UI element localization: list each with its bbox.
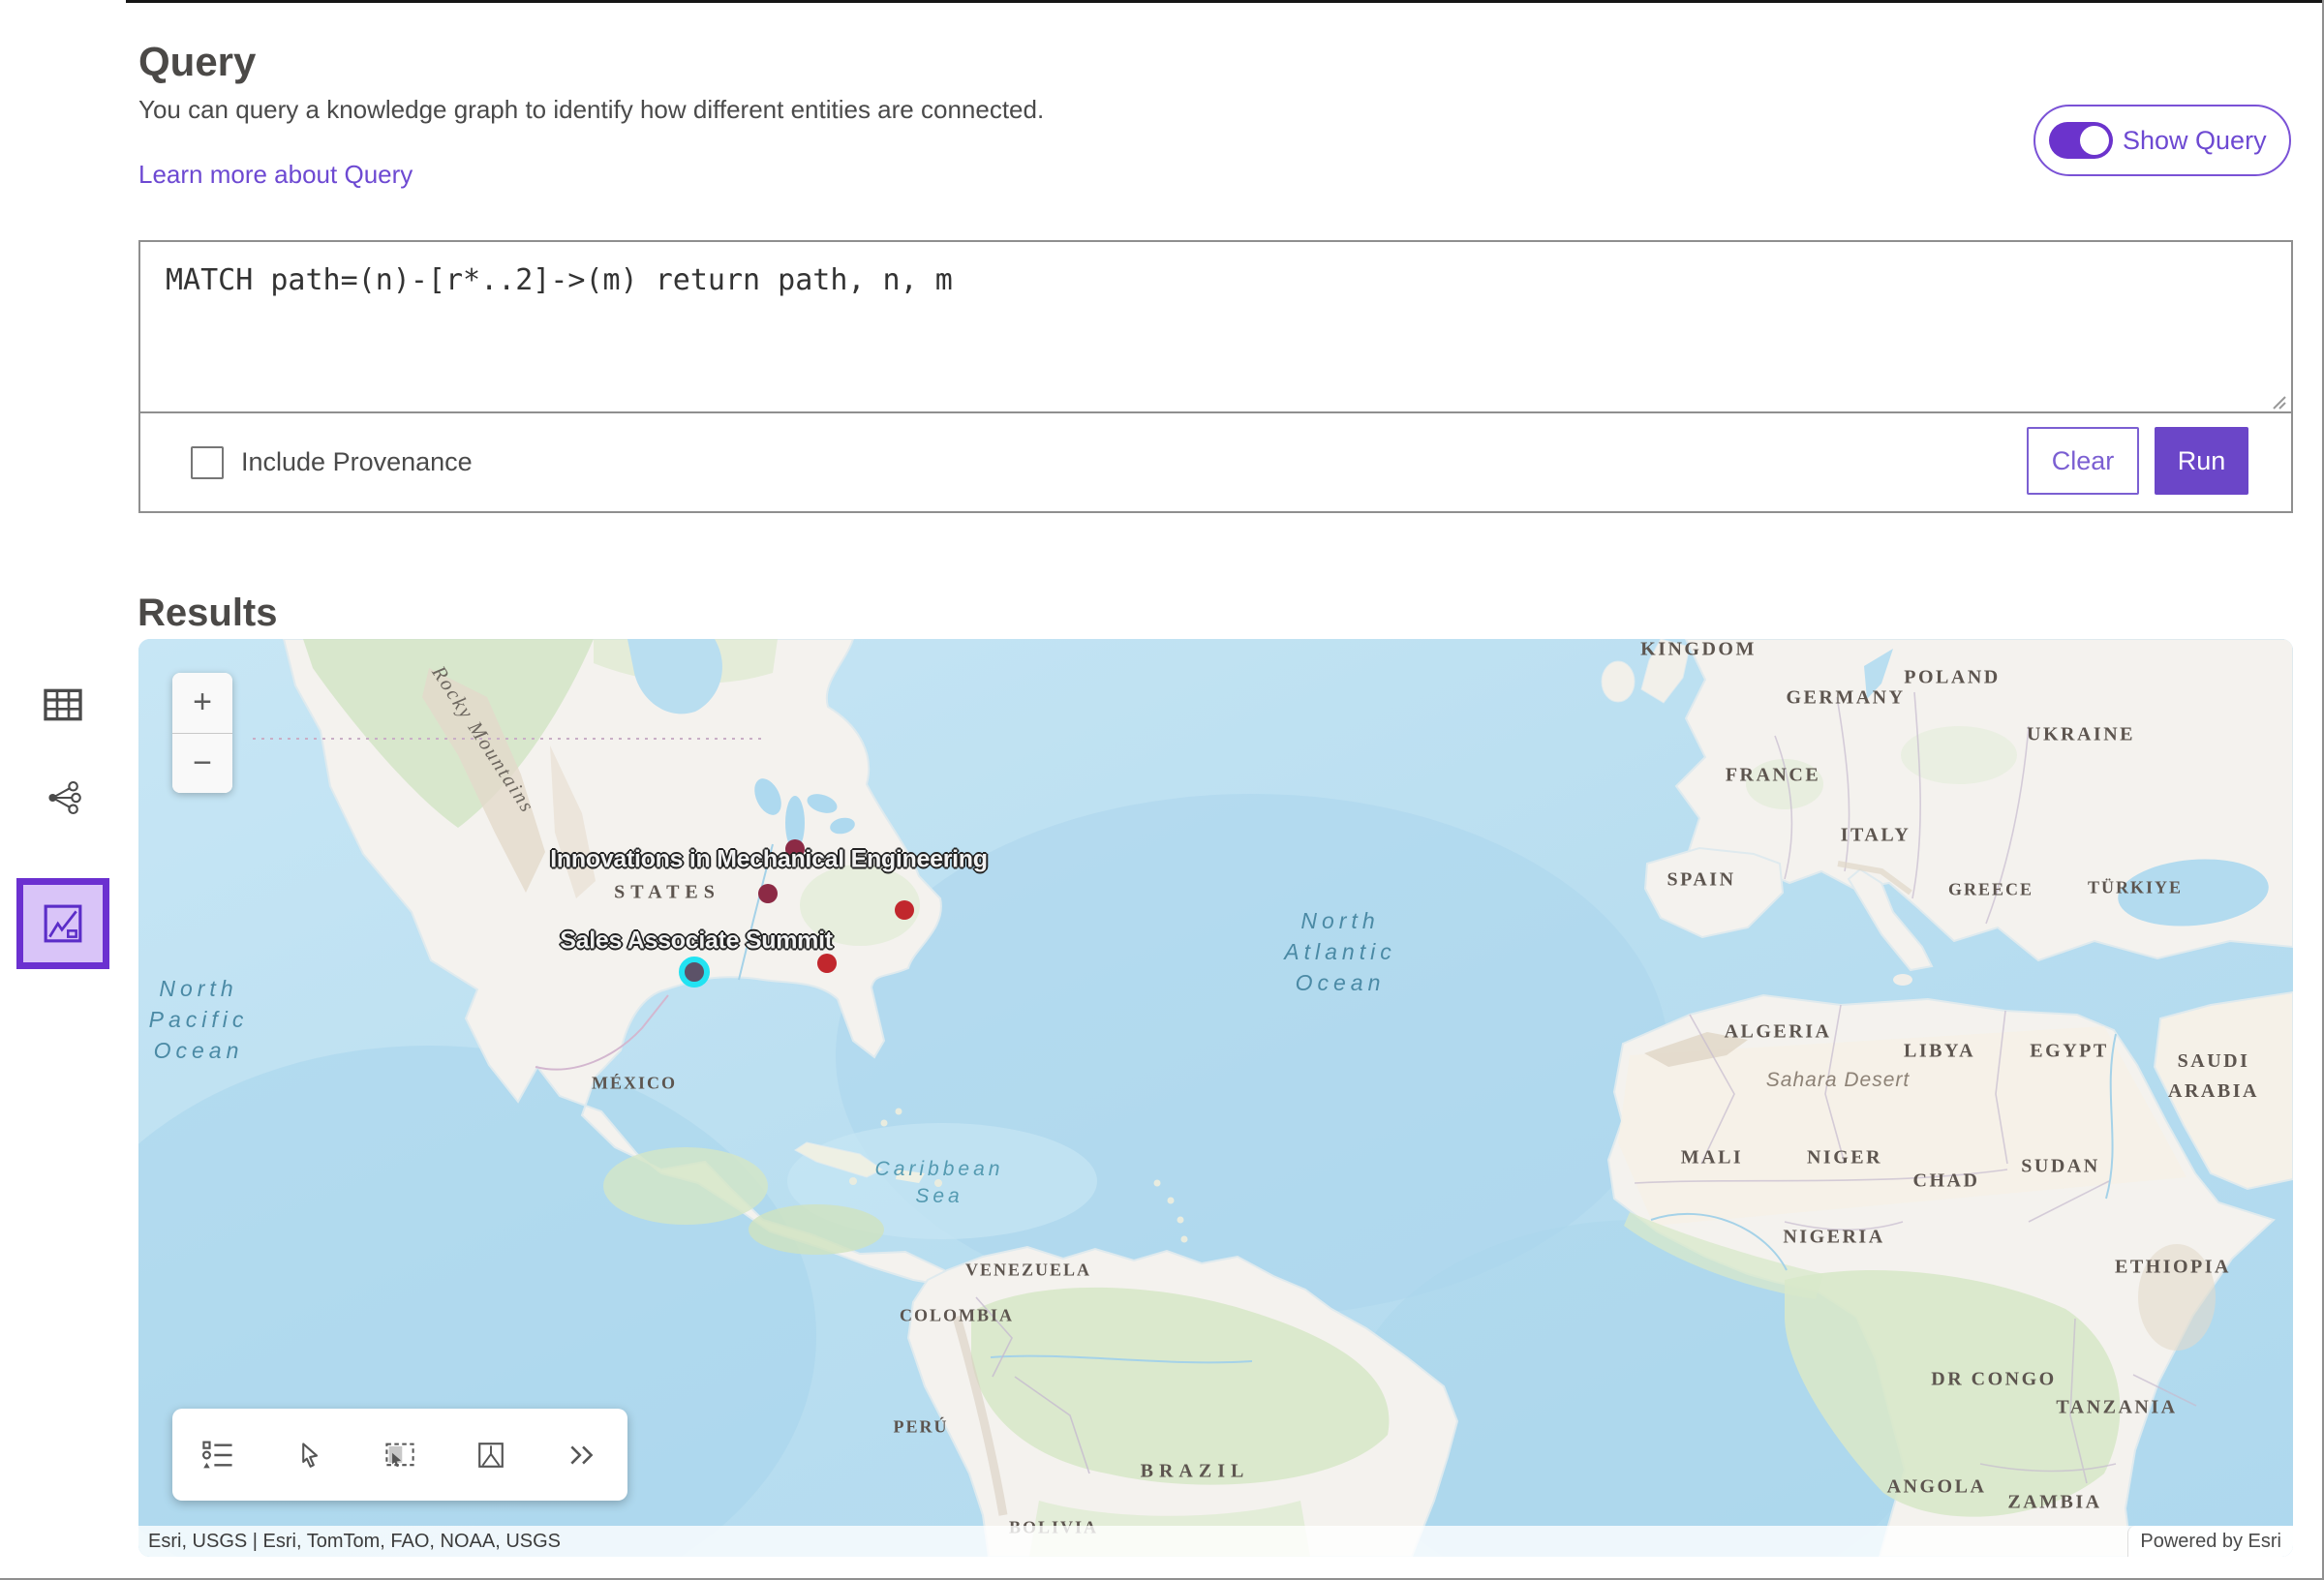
map-geo-label: POLAND: [1904, 667, 2000, 689]
map-geo-label: ITALY: [1841, 825, 1911, 847]
query-input[interactable]: MATCH path=(n)-[r*..2]->(m) return path,…: [140, 242, 2291, 413]
window-top-border: [126, 0, 2322, 3]
learn-more-link[interactable]: Learn more about Query: [138, 160, 413, 190]
table-view-button[interactable]: [16, 668, 109, 742]
map-attribution-bar: Esri, USGS | Esri, TomTom, FAO, NOAA, US…: [138, 1526, 2293, 1557]
show-query-toggle[interactable]: Show Query: [2034, 105, 2291, 176]
map-geo-label: SPAIN: [1667, 869, 1735, 892]
map-geo-label: MALI: [1681, 1147, 1743, 1170]
query-panel: MATCH path=(n)-[r*..2]->(m) return path,…: [138, 240, 2293, 513]
double-chevron-icon: [566, 1442, 597, 1469]
map-geo-label: ANGOLA: [1887, 1476, 1987, 1499]
attribution-text: Esri, USGS | Esri, TomTom, FAO, NOAA, US…: [138, 1531, 2127, 1553]
powered-by-esri: Powered by Esri: [2127, 1526, 2293, 1557]
cursor-icon: [294, 1441, 323, 1470]
results-view-switcher: [16, 668, 113, 969]
map-geo-label: NIGER: [1807, 1147, 1882, 1170]
map-entity-label[interactable]: Innovations in Mechanical Engineering: [550, 846, 987, 874]
map-geo-label: TÜRKIYE: [2088, 878, 2183, 898]
legend-button[interactable]: [189, 1426, 247, 1484]
results-map[interactable]: KINGDOM POLANDGERMANY UKRAINE FRANCE ITALY SP…: [138, 639, 2293, 1557]
map-geo-label: VENEZUELA: [965, 1261, 1091, 1281]
map-geo-label: North Pacific Ocean: [149, 973, 249, 1066]
map-geo-label: GERMANY: [1786, 687, 1905, 710]
zoom-out-button[interactable]: −: [172, 734, 232, 794]
page-title: Query: [138, 39, 256, 85]
map-zoom-control: + −: [172, 673, 232, 793]
resize-handle-icon[interactable]: [2270, 393, 2287, 410]
show-query-label: Show Query: [2123, 126, 2267, 156]
zoom-in-button[interactable]: +: [172, 673, 232, 734]
map-geo-label: COLOMBIA: [900, 1306, 1014, 1326]
clear-button[interactable]: Clear: [2027, 427, 2139, 495]
map-geo-label: SAUDI ARABIA: [2168, 1047, 2259, 1107]
map-geo-label: FRANCE: [1726, 765, 1820, 787]
toggle-knob: [2080, 126, 2109, 155]
map-geo-label: Sahara Desert: [1766, 1069, 1910, 1092]
map-geo-label: Rocky Mountains: [426, 661, 539, 818]
map-geo-label: SUDAN: [2021, 1156, 2099, 1178]
query-panel-footer: Include Provenance Clear Run: [140, 413, 2291, 511]
map-view-button[interactable]: [16, 878, 109, 969]
select-polygon-icon: [476, 1441, 505, 1470]
map-geo-label: LIBYA: [1904, 1041, 1975, 1063]
map-geo-label: ZAMBIA: [2007, 1492, 2101, 1514]
select-rectangle-button[interactable]: [371, 1426, 429, 1484]
map-geo-label: ETHIOPIA: [2115, 1257, 2231, 1279]
map-geo-label: KINGDOM: [1640, 639, 1757, 661]
map-geo-label: UKRAINE: [2027, 724, 2135, 746]
select-cursor-button[interactable]: [280, 1426, 338, 1484]
map-geo-label: EGYPT: [2030, 1041, 2108, 1063]
legend-icon: [201, 1440, 234, 1471]
select-rectangle-icon: [383, 1440, 416, 1471]
map-geo-label: BRAZIL: [1141, 1461, 1250, 1483]
map-point[interactable]: [758, 884, 778, 903]
map-geo-label: Caribbean Sea: [875, 1156, 1004, 1210]
results-title: Results: [138, 592, 278, 635]
map-geo-label: TANZANIA: [2056, 1397, 2177, 1419]
link-chart-icon: [44, 778, 82, 817]
map-point[interactable]: [895, 900, 914, 920]
toggle-switch-icon[interactable]: [2049, 122, 2113, 159]
map-entity-label[interactable]: Sales Associate Summit: [560, 927, 833, 956]
map-geo-label: STATES: [614, 882, 720, 904]
map-geo-label: GREECE: [1948, 880, 2034, 900]
table-icon: [44, 688, 82, 721]
map-geo-label: North Atlantic Ocean: [1284, 905, 1395, 998]
page-description: You can query a knowledge graph to ident…: [138, 95, 1044, 125]
run-button[interactable]: Run: [2155, 427, 2248, 495]
map-point[interactable]: [679, 957, 710, 988]
map-geo-label: MÉXICO: [592, 1074, 677, 1094]
map-geo-label: CHAD: [1913, 1170, 1980, 1193]
expand-toolbar-button[interactable]: [553, 1426, 611, 1484]
map-geo-label: DR CONGO: [1931, 1369, 2056, 1391]
include-provenance-label: Include Provenance: [241, 447, 473, 477]
map-geo-label: NIGERIA: [1783, 1227, 1884, 1249]
select-polygon-button[interactable]: [462, 1426, 520, 1484]
map-icon: [43, 903, 83, 944]
include-provenance-checkbox[interactable]: [191, 446, 224, 479]
graph-view-button[interactable]: [16, 761, 109, 835]
map-toolbar: [172, 1409, 627, 1501]
map-geo-label: PERÚ: [894, 1417, 949, 1438]
map-point[interactable]: [817, 954, 837, 973]
map-geo-label: ALGERIA: [1725, 1021, 1832, 1044]
